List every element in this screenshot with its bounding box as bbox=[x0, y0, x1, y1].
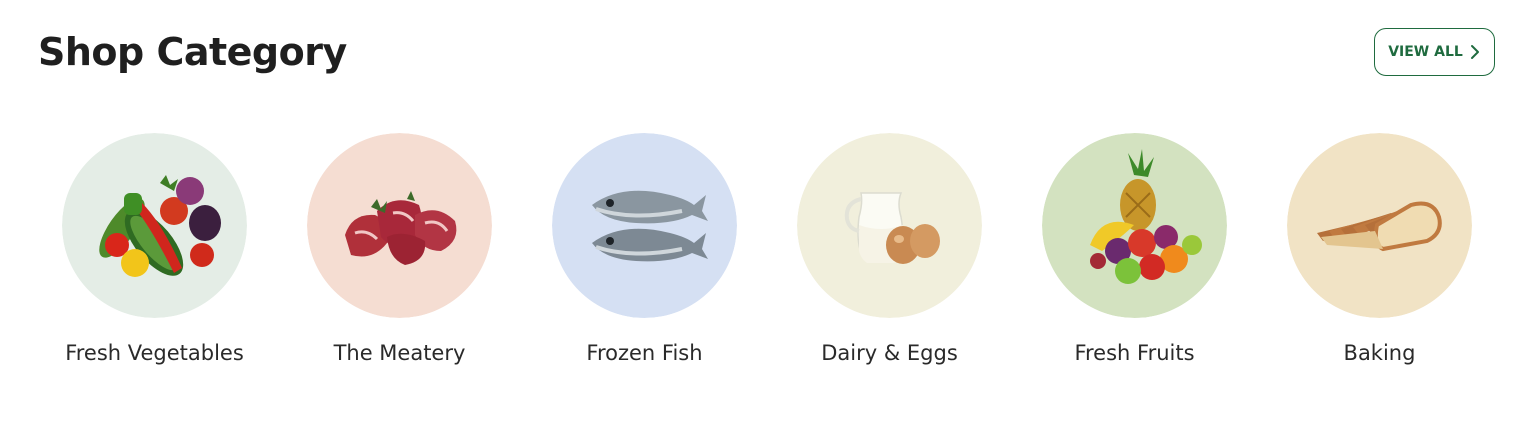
vegetables-image bbox=[62, 133, 247, 318]
category-circle bbox=[797, 133, 982, 318]
category-label: Dairy & Eggs bbox=[821, 341, 958, 365]
fruits-image bbox=[1042, 133, 1227, 318]
category-item-fresh-vegetables[interactable]: Fresh Vegetables bbox=[30, 133, 275, 383]
dairy-eggs-image bbox=[797, 133, 982, 318]
section-title: Shop Category bbox=[38, 30, 347, 74]
category-label: Fresh Fruits bbox=[1074, 341, 1195, 365]
category-circle bbox=[1287, 133, 1472, 318]
category-circle bbox=[307, 133, 492, 318]
shop-category-section: Shop Category VIEW ALL Fresh Vegetables … bbox=[0, 0, 1518, 443]
category-circle bbox=[1042, 133, 1227, 318]
category-list: Fresh Vegetables The Meatery Frozen Fish… bbox=[30, 133, 1504, 383]
category-item-frozen-fish[interactable]: Frozen Fish bbox=[520, 133, 765, 383]
view-all-label: VIEW ALL bbox=[1388, 44, 1463, 60]
bread-image bbox=[1287, 133, 1472, 318]
category-item-the-meatery[interactable]: The Meatery bbox=[275, 133, 520, 383]
meat-image bbox=[307, 133, 492, 318]
category-item-baking[interactable]: Baking bbox=[1255, 133, 1500, 383]
category-label: Fresh Vegetables bbox=[65, 341, 244, 365]
category-item-fresh-fruits[interactable]: Fresh Fruits bbox=[1010, 133, 1255, 383]
category-circle bbox=[62, 133, 247, 318]
view-all-button[interactable]: VIEW ALL bbox=[1374, 28, 1495, 76]
category-item-dairy-eggs[interactable]: Dairy & Eggs bbox=[765, 133, 1010, 383]
category-label: Baking bbox=[1343, 341, 1416, 365]
fish-image bbox=[552, 133, 737, 318]
category-label: The Meatery bbox=[333, 341, 466, 365]
category-label: Frozen Fish bbox=[586, 341, 703, 365]
chevron-right-icon bbox=[1470, 45, 1479, 59]
category-circle bbox=[552, 133, 737, 318]
